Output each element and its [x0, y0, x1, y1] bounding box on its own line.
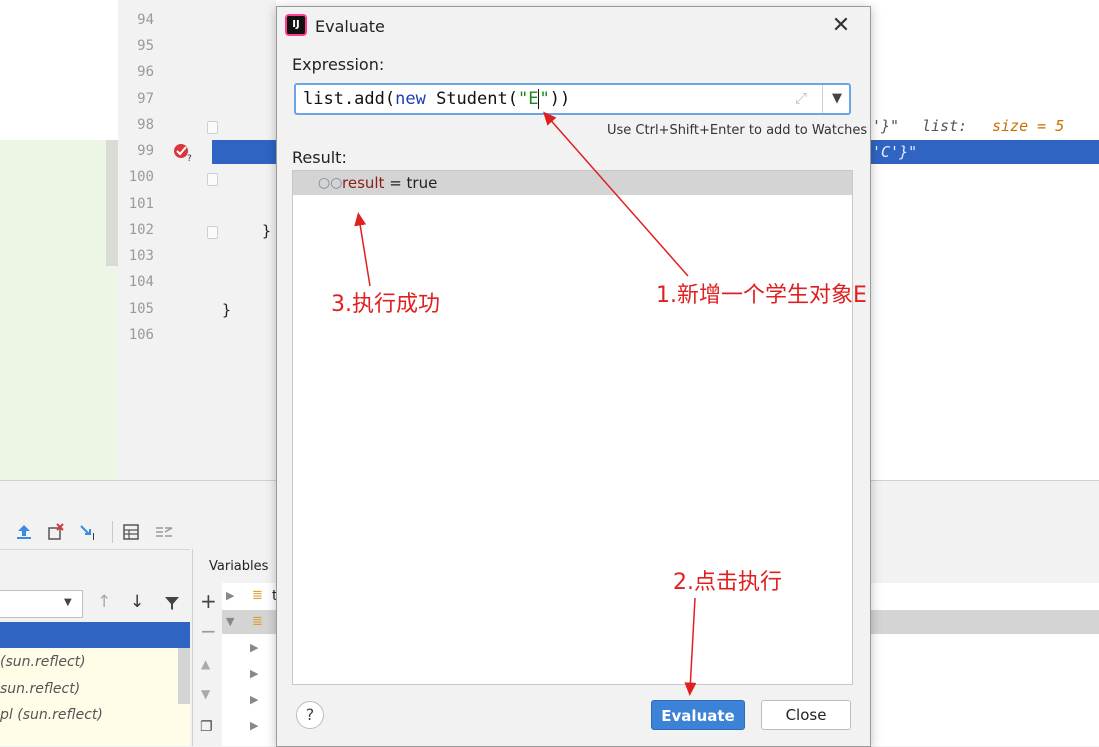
annotation-arrow-step1 [543, 111, 689, 277]
annotation-step2: 2.点击执行 [673, 570, 782, 595]
annotation-arrows [354, 111, 697, 696]
annotation-arrow-step3 [354, 212, 371, 287]
annotation-step3: 3.执行成功 [331, 292, 440, 317]
annotation-arrow-step2 [684, 597, 697, 696]
annotation-step1: 1.新增一个学生对象E [656, 283, 867, 308]
